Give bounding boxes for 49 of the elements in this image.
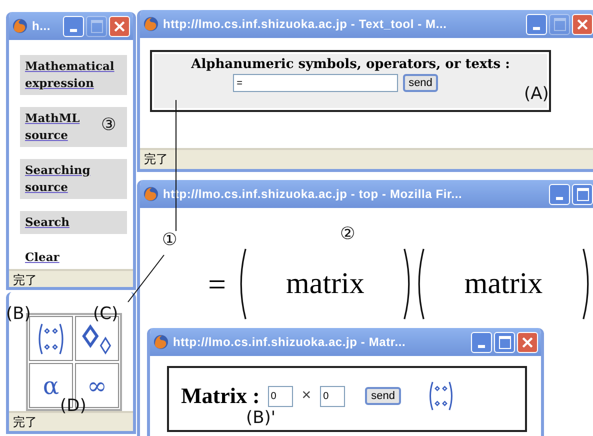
columns-field[interactable]: 0 (320, 386, 346, 406)
browser-icon (143, 186, 159, 202)
status-text: 完了 (140, 148, 593, 169)
prompt-text: Alphanumeric symbols, operators, or texts : (191, 57, 510, 72)
menu-link[interactable]: Clear (20, 246, 127, 269)
send-button[interactable]: send (365, 387, 401, 405)
close-button[interactable] (109, 16, 130, 36)
browser-icon (12, 18, 28, 34)
window-title: http://lmo.cs.inf.shizuoka.ac.jp - Text_tool - M... (163, 17, 448, 31)
diamonds-icon (81, 322, 113, 356)
browser-icon (143, 16, 159, 32)
annotation-label: (C) (93, 306, 118, 323)
close-icon (114, 20, 125, 32)
menu-link[interactable]: Search (20, 211, 127, 234)
menu-link[interactable]: Searching source (20, 159, 127, 199)
matrix-icon (427, 380, 455, 412)
palette-cell[interactable] (29, 316, 73, 361)
status-text: 完了 (9, 269, 133, 287)
symbol-text: α (42, 372, 60, 400)
minimize-button[interactable] (63, 16, 84, 36)
matrix-label: Matrix : (181, 383, 260, 409)
close-icon (577, 18, 588, 30)
rows-field[interactable]: 0 (268, 386, 293, 406)
close-icon (522, 336, 533, 348)
equals-sign: = (208, 266, 226, 302)
annotation-label: (A) (524, 86, 549, 103)
minimize-button[interactable] (549, 184, 570, 204)
minimize-button[interactable] (471, 332, 492, 352)
annotation-label: ③ (101, 117, 116, 134)
annotation-label: (B)' (246, 410, 276, 427)
times-sign: × (302, 387, 312, 405)
send-button[interactable]: send (402, 74, 438, 92)
maximize-button[interactable] (494, 332, 515, 352)
close-button[interactable] (517, 332, 538, 352)
minimize-button[interactable] (526, 14, 547, 34)
browser-icon (153, 334, 169, 350)
annotation-label: ① (162, 232, 178, 249)
window-title: h... (32, 19, 52, 33)
window-title: http://lmo.cs.inf.shizuoka.ac.jp - Matr... (173, 335, 407, 349)
annotation-label: (B) (6, 306, 31, 323)
leader-line (128, 254, 164, 302)
formula-term: matrix (464, 267, 543, 301)
annotation-label: ② (340, 226, 356, 243)
symbol-text: ∞ (87, 372, 107, 400)
close-button[interactable] (572, 14, 593, 34)
maximize-button[interactable] (572, 184, 593, 204)
text-input-field[interactable]: = (232, 74, 398, 92)
menu-link[interactable]: Mathematical expression (20, 55, 127, 95)
formula-term: matrix (286, 267, 364, 301)
